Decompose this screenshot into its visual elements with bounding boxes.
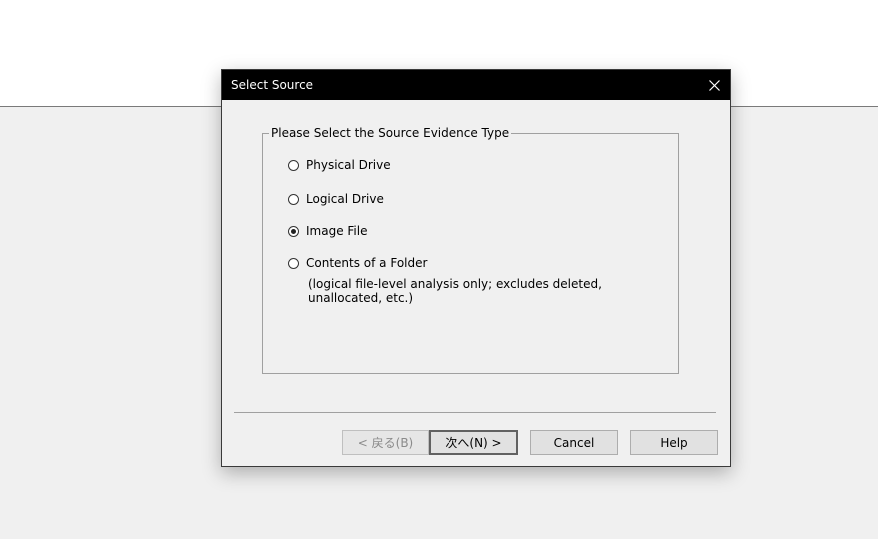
cancel-button[interactable]: Cancel xyxy=(530,430,618,455)
radio-button[interactable] xyxy=(288,257,299,269)
groupbox-label: Please Select the Source Evidence Type xyxy=(269,126,512,140)
select-source-dialog: Select Source Please Select the Source E… xyxy=(221,69,731,467)
radio-label: Physical Drive xyxy=(306,158,391,172)
radio-label: Logical Drive xyxy=(306,192,384,206)
radio-logical-drive[interactable]: Logical Drive xyxy=(288,192,384,206)
radio-button[interactable] xyxy=(288,159,299,171)
radio-button-selected[interactable] xyxy=(288,225,299,237)
radio-physical-drive[interactable]: Physical Drive xyxy=(288,158,391,172)
close-button[interactable] xyxy=(698,70,730,100)
back-button[interactable]: < 戻る(B) xyxy=(342,430,429,455)
next-button[interactable]: 次へ(N) > xyxy=(429,430,518,455)
dialog-title: Select Source xyxy=(231,78,314,92)
radio-image-file[interactable]: Image File xyxy=(288,224,367,238)
radio-label: Contents of a Folder xyxy=(306,256,428,270)
source-type-groupbox: Please Select the Source Evidence Type P… xyxy=(262,126,679,374)
help-button[interactable]: Help xyxy=(630,430,718,455)
folder-option-note: (logical file-level analysis only; exclu… xyxy=(308,277,602,305)
radio-label: Image File xyxy=(306,224,368,238)
close-icon xyxy=(708,79,720,91)
radio-contents-of-folder[interactable]: Contents of a Folder xyxy=(288,256,427,270)
radio-button[interactable] xyxy=(288,193,299,205)
button-separator xyxy=(234,412,716,413)
dialog-titlebar[interactable]: Select Source xyxy=(222,70,730,100)
